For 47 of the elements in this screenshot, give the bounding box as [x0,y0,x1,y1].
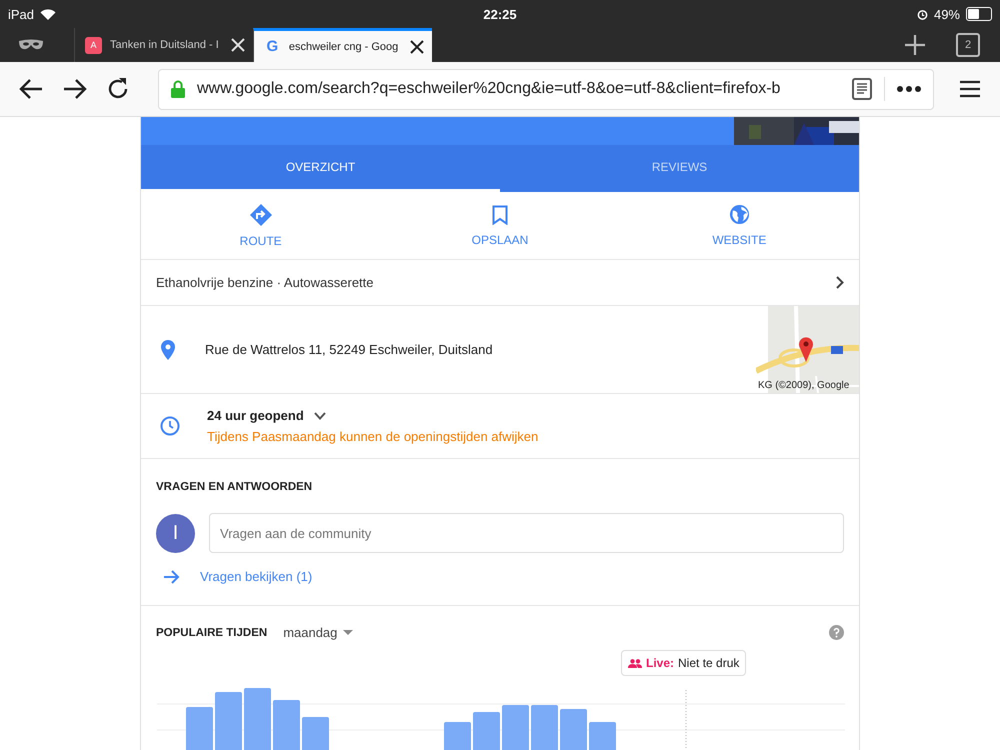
battery-icon [966,7,992,21]
map-attribution: KG (©2009), Google [758,380,850,391]
address-bar[interactable]: www.google.com/search?q=eschweiler%20cng&ie=utf-8&oe=utf-8&client=firefox-b [158,68,934,110]
user-avatar: I [156,514,195,552]
site-favicon: G [266,38,280,55]
address-text: Rue de Wattrelos 11, 52249 Eschweiler, Duitsland [205,342,494,357]
private-mask-icon[interactable] [18,39,44,51]
place-tab[interactable]: OVERZICHT [141,145,500,192]
help-icon[interactable] [829,625,844,640]
day-dropdown[interactable]: maandag [283,625,354,640]
bookmark-icon [492,204,508,224]
device-name: iPad [8,6,34,22]
reload-icon[interactable] [106,77,130,101]
action-button[interactable]: OPSLAAN [380,192,620,259]
back-icon[interactable] [18,78,44,100]
caret-icon [343,630,354,635]
forward-icon[interactable] [62,78,88,100]
people-icon [628,658,642,668]
battery-percent: 49% [934,6,960,22]
directions-icon [250,204,272,226]
question-field[interactable]: Vragen aan de community [209,513,844,553]
close-icon[interactable] [410,40,424,54]
menu-icon[interactable] [960,80,980,98]
globe-icon [728,204,750,225]
view-questions-link[interactable]: Vragen bekijken (1) [200,569,312,584]
more-icon[interactable] [897,86,921,92]
browser-tab[interactable]: G eschweiler cng - Goog [252,28,432,62]
action-button[interactable]: WEBSITE [620,192,859,259]
hours-status: 24 uur geopend [207,408,304,423]
alarm-icon [916,8,928,20]
live-status-tooltip: Live: Niet te druk [621,650,746,676]
site-favicon: A [85,36,102,54]
section-heading: POPULAIRE TIJDEN [156,626,268,638]
arrow-right-icon [164,570,180,584]
lock-icon [171,80,185,98]
wifi-icon [40,8,56,20]
chevron-icon[interactable] [314,412,326,420]
section-heading: VRAGEN EN ANTWOORDEN [156,481,312,493]
chevron-right-icon [836,276,844,289]
tab-count-button[interactable]: 2 [956,33,980,57]
clock-icon [160,416,180,436]
new-tab-icon[interactable] [904,34,926,56]
hours-notice: Tijdens Paasmaandag kunnen de openingstijden afwijken [207,429,538,444]
reader-view-icon[interactable] [852,78,872,100]
location-pin-icon [161,340,175,360]
clock-time: 22:25 [483,6,517,22]
action-button[interactable]: ROUTE [141,192,380,259]
